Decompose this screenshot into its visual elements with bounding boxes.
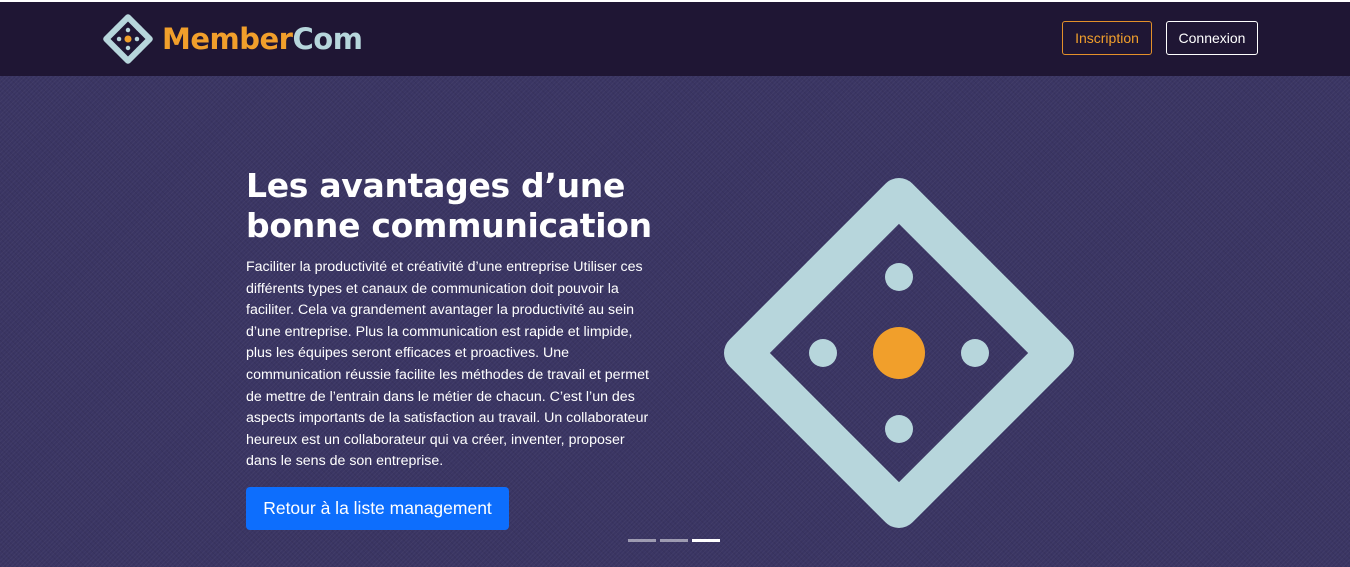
carousel-indicator-3[interactable] [692,539,720,542]
back-to-management-list-button[interactable]: Retour à la liste management [246,487,509,530]
hero-title-line-2: bonne communication [246,206,652,245]
brand-name-part-member: Member [162,21,293,56]
navbar: MemberCom Inscription Connexion [0,2,1350,76]
brand-name: MemberCom [162,21,363,56]
hero-title: Les avantages d’une bonne communication [246,166,666,246]
carousel-indicators [628,539,720,542]
brand-link[interactable]: MemberCom [96,8,363,70]
brand-name-part-com: Com [292,21,363,56]
page: MemberCom Inscription Connexion Les avan… [0,0,1350,567]
membercom-logo-icon [103,14,153,64]
inscription-button[interactable]: Inscription [1062,21,1152,55]
connexion-button[interactable]: Connexion [1166,21,1258,55]
hero-carousel-slide: Les avantages d’une bonne communication F… [0,76,1350,567]
carousel-indicator-2[interactable] [660,539,688,542]
hero-title-line-1: Les avantages d’une [246,166,626,205]
carousel-indicator-1[interactable] [628,539,656,542]
hero-paragraph: Faciliter la productivité et créativité … [246,259,649,470]
membercom-large-logo-icon [724,178,1074,528]
